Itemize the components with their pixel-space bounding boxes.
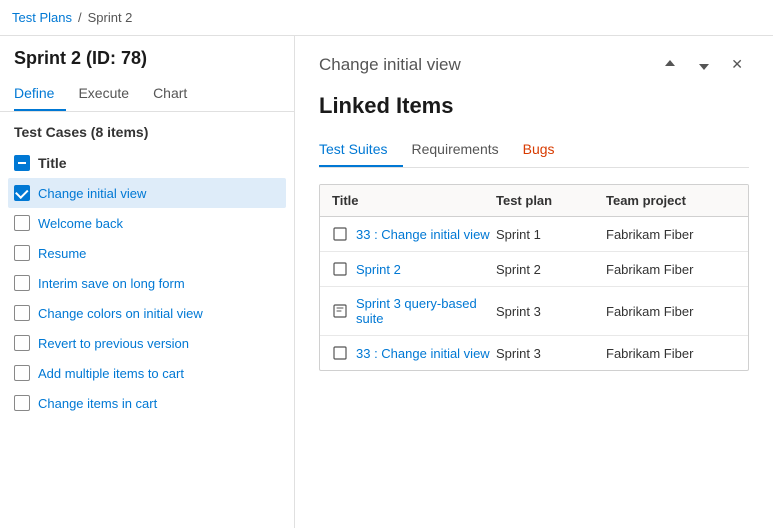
col-title: Title: [332, 193, 496, 208]
col-test-plan: Test plan: [496, 193, 606, 208]
tab-bugs[interactable]: Bugs: [523, 133, 571, 167]
panel-title: Change initial view: [319, 55, 461, 75]
tab-execute[interactable]: Execute: [78, 77, 141, 111]
breadcrumb: Test Plans / Sprint 2: [0, 0, 773, 36]
tab-test-suites[interactable]: Test Suites: [319, 133, 403, 167]
tab-requirements[interactable]: Requirements: [411, 133, 514, 167]
sprint-title: Sprint 2 (ID: 78): [0, 36, 294, 77]
linked-items-title: Linked Items: [319, 93, 749, 119]
row-title: Sprint 2: [332, 261, 496, 277]
row-team-project: Fabrikam Fiber: [606, 346, 736, 361]
test-cases-header: Test Cases (8 items): [0, 112, 294, 148]
static-suite-icon: [332, 345, 348, 361]
left-panel: Sprint 2 (ID: 78) Define Execute Chart T…: [0, 36, 295, 528]
list-item-header: Title: [8, 148, 286, 178]
checkbox-checked[interactable]: [14, 185, 30, 201]
row-test-plan: Sprint 1: [496, 227, 606, 242]
row-title-text: 33 : Change initial view: [356, 227, 490, 242]
row-title-text: 33 : Change initial view: [356, 346, 490, 361]
row-title-text: Sprint 3 query-based suite: [356, 296, 496, 326]
table-row[interactable]: 33 : Change initial view Sprint 1 Fabrik…: [320, 217, 748, 252]
col-team-project: Team project: [606, 193, 736, 208]
linked-tabs: Test Suites Requirements Bugs: [319, 133, 749, 168]
breadcrumb-part1[interactable]: Test Plans: [12, 10, 72, 25]
row-title: 33 : Change initial view: [332, 345, 496, 361]
tab-chart[interactable]: Chart: [153, 77, 199, 111]
main-area: Sprint 2 (ID: 78) Define Execute Chart T…: [0, 36, 773, 528]
item-label: Add multiple items to cart: [38, 366, 184, 381]
table-row[interactable]: 33 : Change initial view Sprint 3 Fabrik…: [320, 336, 748, 370]
list-item-welcome-back[interactable]: Welcome back: [8, 208, 286, 238]
header-text: Title: [38, 155, 67, 171]
table-row[interactable]: Sprint 2 Sprint 2 Fabrikam Fiber: [320, 252, 748, 287]
list-item-add-multiple[interactable]: Add multiple items to cart: [8, 358, 286, 388]
checkbox-unchecked[interactable]: [14, 215, 30, 231]
checkbox-unchecked[interactable]: [14, 365, 30, 381]
list-item-change-initial-view[interactable]: Change initial view: [8, 178, 286, 208]
navigate-up-button[interactable]: [657, 54, 683, 76]
item-label: Welcome back: [38, 216, 123, 231]
tab-define[interactable]: Define: [14, 77, 66, 111]
right-panel: Change initial view ✕ Linked Items Test …: [295, 36, 773, 528]
row-title: Sprint 3 query-based suite: [332, 296, 496, 326]
close-panel-button[interactable]: ✕: [725, 52, 749, 77]
linked-table: Title Test plan Team project 33 : Change…: [319, 184, 749, 371]
row-test-plan: Sprint 3: [496, 346, 606, 361]
list-item-change-colors[interactable]: Change colors on initial view: [8, 298, 286, 328]
checkbox-minus[interactable]: [14, 155, 30, 171]
checkbox-unchecked[interactable]: [14, 305, 30, 321]
tab-bar: Define Execute Chart: [0, 77, 294, 112]
list-item-revert[interactable]: Revert to previous version: [8, 328, 286, 358]
row-title-text: Sprint 2: [356, 262, 401, 277]
list-item-interim-save[interactable]: Interim save on long form: [8, 268, 286, 298]
item-label: Change colors on initial view: [38, 306, 203, 321]
list-item-change-items[interactable]: Change items in cart: [8, 388, 286, 418]
checkbox-unchecked[interactable]: [14, 275, 30, 291]
breadcrumb-separator: /: [78, 10, 82, 25]
query-suite-icon: [332, 303, 348, 319]
checkbox-unchecked[interactable]: [14, 245, 30, 261]
navigate-down-button[interactable]: [691, 54, 717, 76]
static-suite-icon: [332, 261, 348, 277]
row-team-project: Fabrikam Fiber: [606, 227, 736, 242]
row-title: 33 : Change initial view: [332, 226, 496, 242]
item-label: Change initial view: [38, 186, 146, 201]
panel-header: Change initial view ✕: [319, 52, 749, 77]
breadcrumb-part2: Sprint 2: [88, 10, 133, 25]
item-label: Resume: [38, 246, 86, 261]
row-test-plan: Sprint 3: [496, 304, 606, 319]
table-row[interactable]: Sprint 3 query-based suite Sprint 3 Fabr…: [320, 287, 748, 336]
item-label: Revert to previous version: [38, 336, 189, 351]
panel-actions: ✕: [657, 52, 749, 77]
list-item-resume[interactable]: Resume: [8, 238, 286, 268]
row-team-project: Fabrikam Fiber: [606, 304, 736, 319]
test-cases-list: Title Change initial view Welcome back R…: [0, 148, 294, 528]
row-team-project: Fabrikam Fiber: [606, 262, 736, 277]
item-label: Interim save on long form: [38, 276, 185, 291]
checkbox-unchecked[interactable]: [14, 335, 30, 351]
static-suite-icon: [332, 226, 348, 242]
checkbox-unchecked[interactable]: [14, 395, 30, 411]
item-label: Change items in cart: [38, 396, 157, 411]
row-test-plan: Sprint 2: [496, 262, 606, 277]
table-header: Title Test plan Team project: [320, 185, 748, 217]
